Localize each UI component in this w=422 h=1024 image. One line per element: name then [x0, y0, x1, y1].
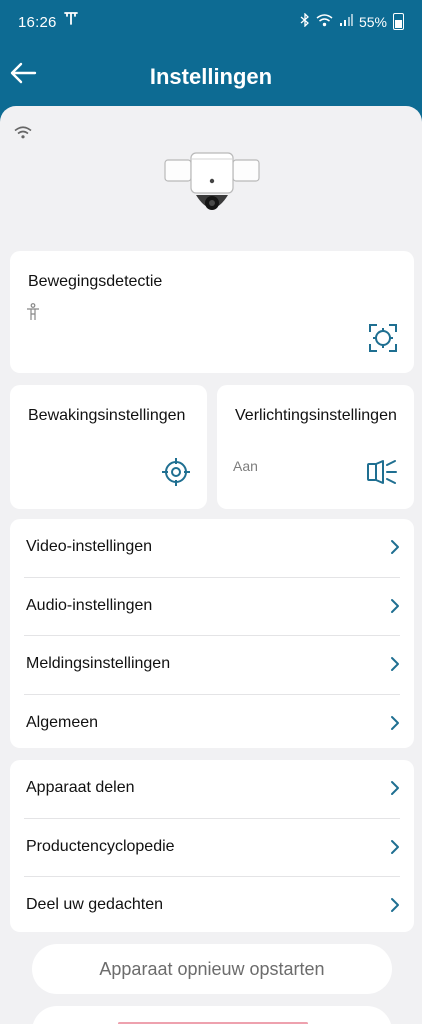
list-item-label: Productencyclopedie	[26, 837, 175, 855]
chevron-right-icon	[390, 656, 400, 677]
wifi-icon	[14, 126, 32, 144]
restart-device-button[interactable]: Apparaat opnieuw opstarten	[32, 944, 392, 994]
list-item-label: Apparaat delen	[26, 779, 135, 796]
wifi-status-icon	[316, 13, 333, 30]
chevron-right-icon	[390, 598, 400, 619]
list-item-general[interactable]: Algemeen	[24, 695, 400, 749]
list-item-label: Meldingsinstellingen	[26, 655, 171, 672]
list-item-label: Audio-instellingen	[26, 596, 153, 614]
guard-settings-title: Bewakingsinstellingen	[28, 407, 186, 424]
settings-content: Bewegingsdetectie Bewakingsinstellingen …	[0, 106, 422, 1024]
more-list: Apparaat delen Productencyclopedie Deel …	[10, 760, 414, 932]
delete-device-button[interactable]	[32, 1006, 392, 1024]
list-item-audio-settings[interactable]: Audio-instellingen	[24, 578, 400, 636]
guard-settings-card[interactable]: Bewakingsinstellingen	[10, 385, 207, 509]
settings-list: Video-instellingen Audio-instellingen Me…	[10, 519, 414, 748]
floodlight-icon	[366, 457, 398, 492]
motion-detection-title: Bewegingsdetectie	[28, 273, 163, 290]
list-item-share-device[interactable]: Apparaat delen	[24, 760, 400, 819]
lighting-settings-card[interactable]: Verlichtingsinstellingen Aan	[217, 385, 414, 509]
list-item-label: Deel uw gedachten	[26, 896, 163, 913]
person-icon	[26, 303, 40, 326]
bluetooth-icon	[300, 12, 310, 30]
battery-percent: 55%	[358, 13, 387, 30]
page-title: Instellingen	[149, 64, 273, 89]
status-bar: 16:26 55%	[0, 0, 422, 44]
chevron-right-icon	[390, 780, 400, 801]
floodlight-camera-image	[162, 151, 262, 224]
list-item-label: Algemeen	[26, 713, 99, 731]
chevron-right-icon	[390, 539, 400, 560]
chevron-right-icon	[390, 897, 400, 918]
list-item-notification-settings[interactable]: Meldingsinstellingen	[24, 636, 400, 695]
chevron-right-icon	[390, 715, 400, 736]
list-item-product-encyclopedia[interactable]: Productencyclopedie	[24, 819, 400, 877]
lighting-settings-title: Verlichtingsinstellingen	[235, 407, 397, 424]
motion-detection-card[interactable]: Bewegingsdetectie	[10, 251, 414, 373]
status-right: 55%	[300, 12, 404, 30]
antenna-icon	[64, 11, 78, 30]
list-item-video-settings[interactable]: Video-instellingen	[24, 519, 400, 578]
app-bar: Instellingen	[0, 44, 422, 106]
motion-zone-icon[interactable]	[368, 323, 398, 358]
status-time: 16:26	[18, 14, 57, 31]
signal-icon	[339, 13, 353, 30]
list-item-share-feedback[interactable]: Deel uw gedachten	[24, 877, 400, 932]
chevron-right-icon	[390, 839, 400, 860]
list-item-label: Video-instellingen	[26, 538, 153, 555]
lighting-status: Aan	[233, 458, 258, 474]
battery-icon	[393, 13, 404, 30]
target-icon	[161, 457, 191, 492]
